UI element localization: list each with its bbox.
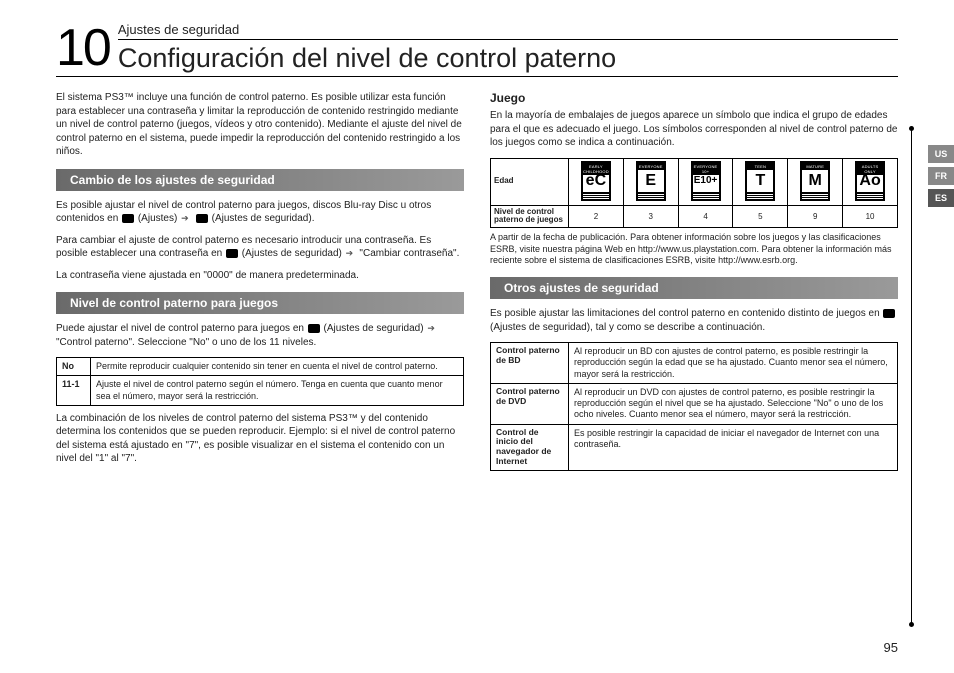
section-bar-security-settings: Cambio de los ajustes de seguridad (56, 169, 464, 191)
arrow-icon (181, 214, 191, 223)
page-header: 10 Ajustes de seguridad Configuración de… (56, 22, 898, 77)
esrb-ec-icon: eC (581, 161, 611, 201)
security-settings-icon (883, 309, 895, 318)
esrb-rating-table: Edad eC E E10+ T M Ao Nivel de control p… (490, 158, 898, 229)
arrow-icon (346, 249, 356, 258)
security-settings-icon (196, 214, 208, 223)
security-settings-icon (308, 324, 320, 333)
lang-tab-es[interactable]: ES (928, 189, 954, 207)
sec1-p3: La contraseña viene ajustada en "0000" d… (56, 269, 464, 283)
language-tabs: US FR ES (928, 145, 954, 207)
esrb-e-icon: E (636, 161, 666, 201)
table-row: Control paterno de DVD Al reproducir un … (491, 383, 898, 424)
esrb-m-icon: M (800, 161, 830, 201)
page-number: 95 (884, 640, 898, 655)
intro-paragraph: El sistema PS3™ incluye una función de c… (56, 91, 464, 159)
esrb-e10-icon: E10+ (691, 161, 721, 201)
parental-level-options-table: No Permite reproducir cualquier contenid… (56, 357, 464, 406)
section-bar-other-security: Otros ajustes de seguridad (490, 277, 898, 299)
sec2-p2: La combinación de los niveles de control… (56, 412, 464, 466)
table-row: 11-1 Ajuste el nivel de control paterno … (57, 376, 464, 406)
table-row: Nivel de control paterno de juegos 2 3 4… (491, 205, 898, 228)
other-security-table: Control paterno de BD Al reproducir un B… (490, 342, 898, 471)
sec1-p1: Es posible ajustar el nivel de control p… (56, 199, 464, 226)
lang-tab-us[interactable]: US (928, 145, 954, 163)
sec3-p1: En la mayoría de embalajes de juegos apa… (490, 109, 898, 150)
security-settings-icon (226, 249, 238, 258)
lang-tab-fr[interactable]: FR (928, 167, 954, 185)
section-bar-parental-level-games: Nivel de control paterno para juegos (56, 292, 464, 314)
section-overline: Ajustes de seguridad (118, 22, 898, 40)
sec4-p1: Es posible ajustar las limitaciones del … (490, 307, 898, 334)
esrb-t-icon: T (745, 161, 775, 201)
right-column: Juego En la mayoría de embalajes de jueg… (490, 91, 898, 477)
table-row: No Permite reproducir cualquier contenid… (57, 358, 464, 376)
esrb-footnote: A partir de la fecha de publicación. Par… (490, 232, 898, 267)
esrb-ao-icon: Ao (855, 161, 885, 201)
table-row: Control de inicio del navegador de Inter… (491, 424, 898, 470)
settings-icon (122, 214, 134, 223)
sec1-p2: Para cambiar el ajuste de control patern… (56, 234, 464, 261)
subhead-juego: Juego (490, 91, 898, 105)
table-row: Control paterno de BD Al reproducir un B… (491, 343, 898, 384)
side-marker-line (911, 128, 912, 625)
sec2-p1: Puede ajustar el nivel de control patern… (56, 322, 464, 349)
chapter-number: 10 (56, 22, 110, 74)
table-row: Edad eC E E10+ T M Ao (491, 158, 898, 205)
left-column: El sistema PS3™ incluye una función de c… (56, 91, 464, 477)
arrow-icon (427, 324, 437, 333)
page-title: Configuración del nivel de control pater… (118, 43, 898, 74)
